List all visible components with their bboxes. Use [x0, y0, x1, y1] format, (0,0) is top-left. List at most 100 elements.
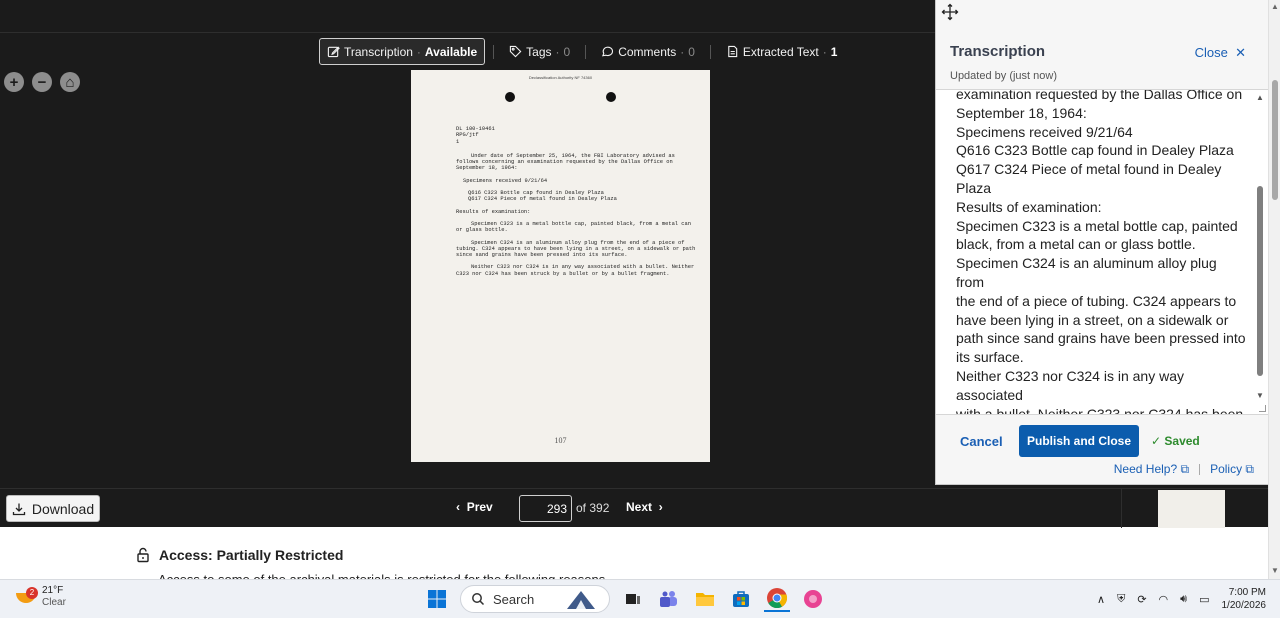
paragraph-1: Under date of September 25, 1964, the FB… [456, 152, 675, 172]
external-link-icon: ⧉ [1245, 462, 1254, 476]
task-view-icon[interactable] [620, 586, 646, 612]
search-label: Search [493, 591, 535, 607]
tab-comments[interactable]: Comments · 0 [594, 38, 702, 65]
transcription-line: have been lying in a street, on a sidewa… [956, 311, 1229, 328]
declassification-header: Declassification Authority NF 74360 [528, 75, 593, 80]
lock-icon [137, 547, 149, 563]
volume-icon[interactable]: 🔊︎ [1180, 593, 1187, 606]
zoom-controls: + − ⌂ [4, 72, 80, 92]
next-page-button[interactable]: Next › [626, 500, 663, 514]
weather-widget[interactable]: 2 21°F Clear [16, 585, 66, 609]
search-icon [472, 593, 485, 606]
weather-icon: 2 [16, 587, 38, 607]
tab-tags[interactable]: Tags · 0 [502, 38, 577, 65]
wifi-icon[interactable]: ◠ [1159, 593, 1169, 606]
policy-link[interactable]: Policy ⧉ [1210, 462, 1254, 477]
windows-taskbar: 2 21°F Clear Search ∧ ⛨ ⟳ ◠ 🔊︎ ▭ 7:00 PM… [0, 579, 1280, 618]
teams-icon[interactable] [656, 586, 682, 612]
transcription-actions: Cancel Publish and Close ✓ Saved [936, 425, 1269, 459]
access-title: Access: Partially Restricted [159, 547, 344, 563]
close-button[interactable]: Close ✕ [1195, 45, 1246, 61]
sync-icon[interactable]: ⟳ [1137, 593, 1146, 606]
textarea-scroll-thumb[interactable] [1257, 186, 1263, 376]
viewer-tabs: Transcription · Available Tags · 0 Comme… [319, 38, 844, 65]
resize-handle-icon[interactable] [1259, 405, 1266, 412]
download-button[interactable]: Download [6, 495, 100, 522]
download-label: Download [31, 500, 95, 517]
tab-extracted-text-label: Extracted Text [742, 44, 819, 59]
document-page-number: 107 [554, 436, 567, 445]
chevron-right-icon: › [655, 500, 663, 514]
publish-and-close-button[interactable]: Publish and Close [1019, 425, 1139, 457]
chevron-up-icon[interactable]: ∧ [1097, 593, 1105, 606]
transcription-line: Q616 C323 Bottle cap found in Dealey Pla… [956, 142, 1234, 159]
transcription-line: September 18, 1964: [956, 104, 1087, 121]
transcription-panel: Transcription Close ✕ Updated by (just n… [935, 0, 1269, 485]
need-help-label: Need Help? [1113, 462, 1178, 476]
move-icon[interactable] [941, 3, 959, 21]
scroll-down-icon[interactable]: ▼ [1255, 392, 1265, 400]
paragraph-3: Specimen C324 is an aluminum alloy plug … [456, 239, 696, 259]
external-link-icon: ⧉ [1180, 462, 1190, 476]
cancel-button[interactable]: Cancel [960, 434, 1003, 449]
page-number-input[interactable] [519, 495, 572, 522]
page-thumbnail[interactable] [1158, 490, 1225, 528]
document-body: DL 100-10461 RPG/jtf 1 Under date of Sep… [456, 126, 696, 283]
taskbar-search[interactable]: Search [460, 585, 610, 613]
punch-hole [606, 92, 616, 102]
clock[interactable]: 7:00 PM 1/20/2026 [1222, 586, 1267, 612]
time: 7:00 PM [1228, 587, 1266, 598]
file-mark: 1 [456, 138, 460, 145]
page-scroll-thumb[interactable] [1272, 80, 1278, 200]
zoom-in-icon[interactable]: + [4, 72, 24, 92]
results-heading: Results of examination: [456, 208, 531, 215]
tab-transcription[interactable]: Transcription · Available [319, 38, 486, 65]
total-pages: of 392 [576, 501, 610, 515]
windows-start-icon[interactable] [424, 586, 450, 612]
security-icon[interactable]: ⛨ [1117, 593, 1125, 606]
download-icon [12, 503, 26, 515]
system-tray: ∧ ⛨ ⟳ ◠ 🔊︎ ▭ 7:00 PM 1/20/2026 [1097, 586, 1266, 612]
notification-badge: 2 [26, 587, 38, 599]
store-icon[interactable] [728, 586, 754, 612]
transcription-text: examination requested by the Dallas Offi… [956, 89, 1248, 415]
transcription-line: Q617 C324 Piece of metal found in Dealey [956, 161, 1222, 178]
prev-page-button[interactable]: ‹ Prev [456, 500, 493, 514]
transcription-textarea[interactable]: examination requested by the Dallas Offi… [936, 89, 1269, 415]
need-help-link[interactable]: Need Help? ⧉ [1114, 462, 1189, 477]
transcription-line: its surface. [956, 349, 1024, 366]
transcription-line: examination requested by the Dallas Offi… [956, 89, 1243, 102]
transcription-line: Specimens received 9/21/64 [956, 123, 1133, 140]
transcription-line: Results of examination: [956, 198, 1102, 215]
scroll-down-icon[interactable]: ▼ [1269, 566, 1280, 575]
weather-condition: Clear [42, 597, 66, 608]
chrome-icon[interactable] [764, 586, 790, 612]
paragraph-2: Specimen C323 is a metal bottle cap, pai… [456, 220, 691, 234]
specimen-q617: Q617 C324 Piece of metal found in Dealey… [468, 196, 617, 203]
saved-label: Saved [1164, 434, 1200, 448]
scroll-up-icon[interactable]: ▲ [1269, 2, 1280, 11]
punch-hole [505, 92, 515, 102]
app-icon[interactable] [800, 586, 826, 612]
zoom-out-icon[interactable]: − [32, 72, 52, 92]
scroll-up-icon[interactable]: ▲ [1255, 94, 1265, 102]
help-links: Need Help? ⧉ Policy ⧉ [1114, 462, 1254, 477]
home-icon[interactable]: ⌂ [60, 72, 80, 92]
textarea-scrollbar[interactable]: ▲ ▼ [1255, 90, 1265, 414]
chevron-left-icon: ‹ [456, 500, 464, 514]
next-label: Next [626, 500, 653, 514]
page-scrollbar[interactable]: ▲ ▼ [1268, 0, 1280, 579]
tab-tags-count: 0 [563, 44, 571, 59]
transcription-line: with a bullet. Neither C323 nor C324 has… [956, 405, 1244, 415]
date: 1/20/2026 [1221, 600, 1267, 611]
tab-transcription-label: Transcription [344, 44, 413, 59]
file-explorer-icon[interactable] [692, 586, 718, 612]
transcription-line: path since sand grains have been pressed… [956, 330, 1246, 347]
weather-temperature: 21°F [42, 585, 64, 596]
transcription-title: Transcription [950, 43, 1046, 60]
tab-extracted-text[interactable]: Extracted Text · 1 [719, 38, 845, 65]
tab-tags-label: Tags [526, 44, 552, 59]
specimens-line: Specimens received 9/21/64 [463, 177, 548, 184]
tab-transcription-status: Available [424, 44, 478, 59]
battery-icon[interactable]: ▭ [1199, 593, 1209, 606]
